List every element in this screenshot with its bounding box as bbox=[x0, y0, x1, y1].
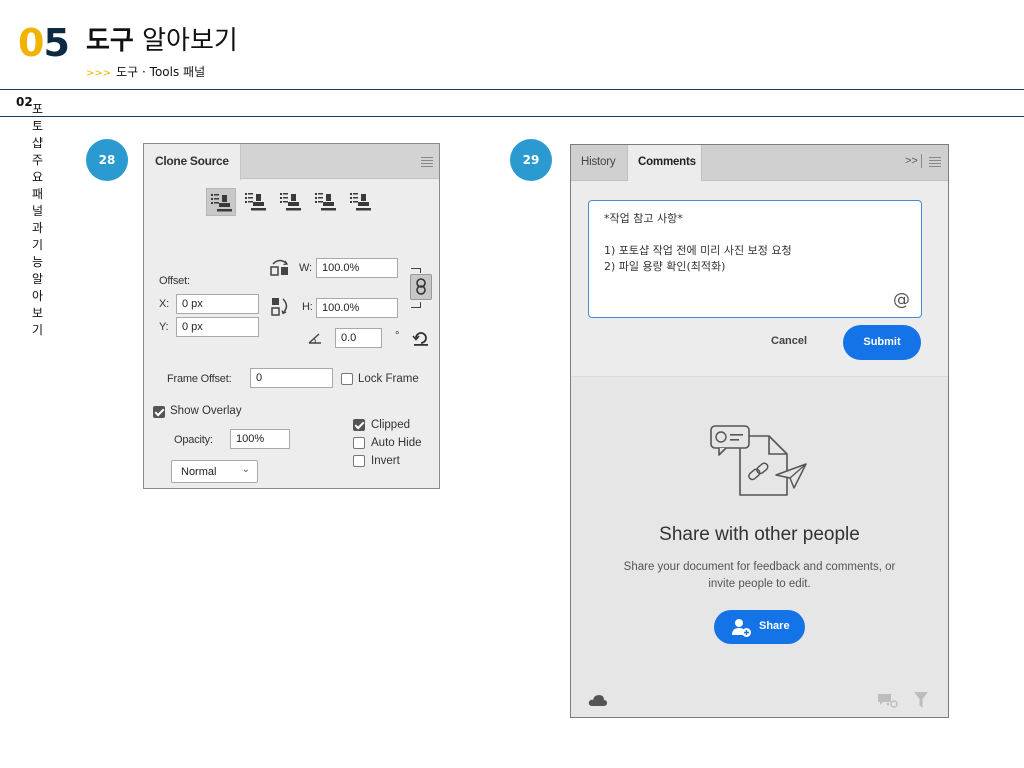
auto-hide-label: Auto Hide bbox=[371, 437, 422, 449]
chapter-title-bold: 도구 bbox=[86, 26, 134, 56]
link-dimensions-button[interactable] bbox=[410, 274, 432, 300]
subtitle-text: 도구 · Tools 패널 bbox=[116, 65, 206, 79]
width-input[interactable]: 100.0% bbox=[316, 258, 398, 278]
opacity-label: Opacity: bbox=[174, 434, 213, 446]
panel-overflow-icon[interactable]: >> bbox=[905, 155, 918, 167]
share-description-line: invite people to edit. bbox=[708, 578, 811, 590]
clone-source-3-icon[interactable] bbox=[276, 188, 306, 216]
reset-transform-icon[interactable] bbox=[412, 329, 430, 347]
flip-vertical-icon[interactable] bbox=[270, 296, 292, 318]
link-bracket-bottom bbox=[411, 307, 421, 308]
submit-button[interactable]: Submit bbox=[843, 325, 921, 360]
invert-checkbox[interactable] bbox=[353, 455, 365, 467]
offset-y-input[interactable]: 0 px bbox=[176, 317, 259, 337]
cancel-button[interactable]: Cancel bbox=[771, 335, 807, 347]
h-label: H: bbox=[302, 301, 313, 313]
rotation-input[interactable]: 0.0 bbox=[335, 328, 382, 348]
invert-label: Invert bbox=[371, 455, 400, 467]
flip-horizontal-icon[interactable] bbox=[269, 257, 291, 277]
step-badge-29: 29 bbox=[510, 139, 552, 181]
link-bracket-bottom-edge bbox=[420, 302, 421, 307]
tab-history[interactable]: History bbox=[571, 145, 627, 181]
clone-source-5-icon[interactable] bbox=[346, 188, 376, 216]
comments-panel: History Comments >> *작업 참고 사항* 1) 포토샵 작업… bbox=[570, 144, 949, 718]
tab-comments[interactable]: Comments bbox=[627, 145, 702, 182]
w-label: W: bbox=[299, 262, 312, 274]
clipped-label: Clipped bbox=[371, 419, 410, 431]
share-button-label: Share bbox=[759, 620, 790, 632]
link-bracket-top-edge bbox=[420, 268, 421, 273]
x-label: X: bbox=[159, 298, 169, 310]
chain-link-icon bbox=[416, 278, 426, 295]
chapter-subtitle: >>> 도구 · Tools 패널 bbox=[86, 63, 205, 80]
comment-input[interactable]: *작업 참고 사항* 1) 포토샵 작업 전에 미리 사진 보정 요청 2) 파… bbox=[588, 200, 922, 318]
opacity-input[interactable]: 100% bbox=[230, 429, 290, 449]
chapter-title-rest: 알아보기 bbox=[133, 26, 238, 56]
height-input[interactable]: 100.0% bbox=[316, 298, 398, 318]
offset-x-input[interactable]: 0 px bbox=[176, 294, 259, 314]
frame-offset-label: Frame Offset: bbox=[167, 373, 232, 385]
chapter-number: 05 bbox=[18, 21, 70, 65]
share-document-illustration bbox=[710, 425, 807, 496]
section-bar: 02 포토샵 주요 패널과 기능 알아보기 bbox=[0, 89, 1024, 337]
frame-offset-input[interactable]: 0 bbox=[250, 368, 333, 388]
share-description-line: Share your document for feedback and com… bbox=[623, 561, 896, 573]
comment-line bbox=[604, 227, 921, 243]
step-badge-28: 28 bbox=[86, 139, 128, 181]
comment-compose-area: *작업 참고 사항* 1) 포토샵 작업 전에 미리 사진 보정 요청 2) 파… bbox=[571, 181, 948, 377]
comment-line: *작업 참고 사항* bbox=[604, 212, 683, 225]
show-overlay-checkbox[interactable] bbox=[153, 406, 165, 418]
filter-icon[interactable] bbox=[913, 691, 929, 709]
subtitle-arrows: >>> bbox=[86, 68, 112, 79]
degree-symbol: ° bbox=[395, 330, 400, 342]
show-overlay-label: Show Overlay bbox=[170, 405, 242, 417]
mention-icon[interactable]: @ bbox=[893, 292, 910, 309]
tab-separator bbox=[921, 154, 922, 168]
add-person-icon bbox=[732, 619, 751, 637]
blend-mode-select[interactable]: Normal ⌄ bbox=[171, 460, 258, 483]
cloud-icon bbox=[588, 695, 607, 706]
comment-filter-icon[interactable] bbox=[877, 693, 899, 709]
chevron-down-icon: ⌄ bbox=[241, 464, 250, 475]
clone-source-1-icon[interactable] bbox=[206, 188, 236, 216]
clone-source-panel: Clone Source W: 100.0% Offset: X: 0 px H… bbox=[143, 143, 440, 489]
panel-menu-icon[interactable] bbox=[421, 157, 433, 169]
clipped-checkbox[interactable] bbox=[353, 419, 365, 431]
blend-mode-value: Normal bbox=[181, 466, 217, 478]
clone-source-2-icon[interactable] bbox=[241, 188, 271, 216]
share-description: Share your document for feedback and com… bbox=[611, 559, 908, 593]
lock-frame-checkbox[interactable] bbox=[341, 373, 353, 385]
panel-tab-bar: Clone Source bbox=[144, 144, 439, 180]
section-title-text: 포토샵 주요 패널과 기능 알아보기 bbox=[32, 102, 44, 337]
angle-icon bbox=[308, 333, 321, 344]
share-button[interactable]: Share bbox=[714, 610, 805, 644]
section-number: 02 bbox=[16, 95, 33, 109]
panel-tab-bar: History Comments >> bbox=[571, 145, 948, 182]
tab-clone-source[interactable]: Clone Source bbox=[144, 144, 241, 180]
lock-frame-label: Lock Frame bbox=[358, 373, 419, 385]
clone-source-4-icon[interactable] bbox=[311, 188, 341, 216]
auto-hide-checkbox[interactable] bbox=[353, 437, 365, 449]
y-label: Y: bbox=[159, 321, 169, 333]
section-title: 02 포토샵 주요 패널과 기능 알아보기 bbox=[16, 95, 43, 337]
share-heading: Share with other people bbox=[659, 524, 860, 545]
offset-label: Offset: bbox=[159, 275, 190, 287]
panel-menu-icon[interactable] bbox=[929, 157, 941, 169]
comment-line: 2) 파일 용량 확인(최적화) bbox=[604, 260, 726, 273]
chapter-title: 도구 알아보기 bbox=[86, 28, 238, 54]
comment-line: 1) 포토샵 작업 전에 미리 사진 보정 요청 bbox=[604, 244, 792, 257]
